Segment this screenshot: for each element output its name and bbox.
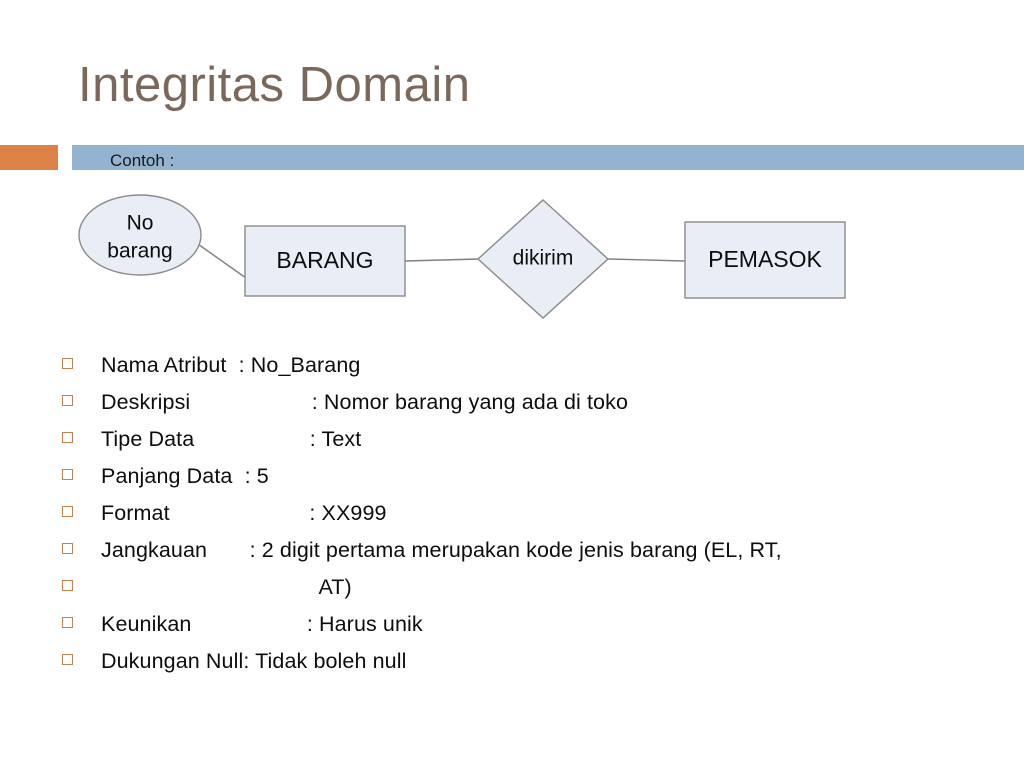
connector-dikirim-to-pemasok [607, 258, 686, 262]
attribute-ellipse-no-barang [78, 194, 202, 276]
bullet-square-icon [62, 543, 73, 554]
list-item: Deskripsi : Nomor barang yang ada di tok… [62, 384, 1002, 421]
header-accent-orange-block [0, 145, 58, 170]
list-item: AT) [62, 569, 1002, 606]
bullet-square-icon [62, 358, 73, 369]
list-item: Jangkauan : 2 digit pertama merupakan ko… [62, 532, 1002, 569]
attribute-ellipse-label-line1: No [127, 212, 154, 235]
list-item-label: AT) [101, 575, 352, 599]
list-item: Tipe Data : Text [62, 421, 1002, 458]
bullet-square-icon [62, 580, 73, 591]
slide-canvas: Integritas Domain Contoh : No barang BAR… [0, 0, 1024, 768]
list-item-label: Nama Atribut : No_Barang [101, 353, 361, 377]
er-diagram: No barang BARANG dikirim PEMASOK [0, 180, 1024, 325]
list-item-label: Tipe Data : Text [101, 427, 362, 451]
page-title: Integritas Domain [78, 58, 471, 112]
bullet-square-icon [62, 617, 73, 628]
list-item-label: Keunikan : Harus unik [101, 612, 423, 636]
header-accent-blue-bar [72, 145, 1024, 170]
list-item-label: Jangkauan : 2 digit pertama merupakan ko… [101, 538, 782, 562]
bullet-square-icon [62, 395, 73, 406]
list-item: Format : XX999 [62, 495, 1002, 532]
connector-barang-to-dikirim [404, 258, 480, 262]
example-label: Contoh : [110, 151, 175, 170]
relationship-diamond-dikirim-label: dikirim [513, 247, 574, 270]
list-item: Dukungan Null: Tidak boleh null [62, 643, 1002, 680]
list-item-label: Deskripsi : Nomor barang yang ada di tok… [101, 390, 629, 414]
list-item-label: Panjang Data : 5 [101, 464, 269, 488]
er-diagram-svg: No barang BARANG dikirim PEMASOK [78, 194, 846, 319]
list-item: Panjang Data : 5 [62, 458, 1002, 495]
list-item: Nama Atribut : No_Barang [62, 347, 1002, 384]
list-item-label: Dukungan Null: Tidak boleh null [101, 649, 407, 673]
bullet-square-icon [62, 469, 73, 480]
attribute-ellipse-label-line2: barang [107, 240, 172, 263]
entity-box-barang-label: BARANG [276, 247, 373, 273]
list-item-label: Format : XX999 [101, 501, 387, 525]
entity-box-pemasok-label: PEMASOK [708, 246, 822, 272]
bullet-square-icon [62, 432, 73, 443]
list-item: Keunikan : Harus unik [62, 606, 1002, 643]
bullet-square-icon [62, 654, 73, 665]
connector-attribute-to-barang [194, 241, 247, 279]
attribute-detail-list: Nama Atribut : No_Barang Deskripsi : Nom… [62, 347, 1002, 680]
bullet-square-icon [62, 506, 73, 517]
